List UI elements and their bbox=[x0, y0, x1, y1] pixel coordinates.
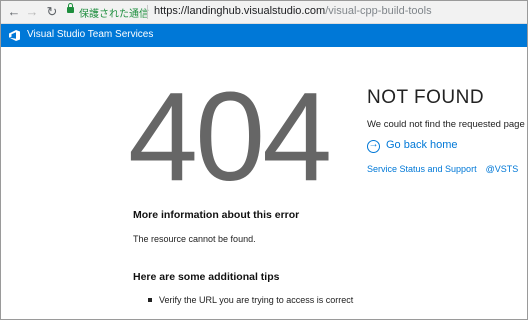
go-back-home-label: Go back home bbox=[386, 139, 458, 151]
lock-icon bbox=[67, 3, 74, 15]
tip-text: Verify the URL you are trying to access … bbox=[159, 295, 354, 305]
vsts-twitter-link[interactable]: @VSTS bbox=[486, 164, 519, 174]
browser-toolbar: ← → ↻ 保護された通信 https://landinghub.visuals… bbox=[1, 1, 527, 24]
reload-icon[interactable]: ↻ bbox=[45, 4, 59, 20]
forward-arrow-icon[interactable]: → bbox=[25, 4, 39, 20]
more-info-heading: More information about this error bbox=[133, 209, 300, 221]
header-title[interactable]: Visual Studio Team Services bbox=[27, 29, 153, 40]
tip-item: Verify the URL you are trying to access … bbox=[148, 295, 353, 305]
vsts-logo-icon[interactable] bbox=[8, 29, 21, 42]
security-label[interactable]: 保護された通信 bbox=[79, 5, 149, 20]
tips-heading: Here are some additional tips bbox=[133, 271, 280, 283]
url-path: /visual-cpp-build-tools bbox=[325, 5, 432, 17]
vsts-header: Visual Studio Team Services bbox=[1, 24, 527, 47]
arrow-right-icon: → bbox=[368, 139, 379, 150]
error-code: 404 bbox=[128, 66, 332, 207]
bullet-icon bbox=[148, 297, 152, 302]
error-title: NOT FOUND bbox=[367, 87, 485, 108]
more-info-text: The resource cannot be found. bbox=[133, 234, 256, 244]
back-arrow-icon[interactable]: ← bbox=[7, 4, 21, 20]
service-status-link[interactable]: Service Status and Support bbox=[367, 164, 477, 174]
browser-window: ← → ↻ 保護された通信 https://landinghub.visuals… bbox=[0, 0, 528, 320]
address-separator bbox=[147, 5, 148, 19]
url-host: https://landinghub.visualstudio.com bbox=[154, 5, 326, 17]
support-links: Service Status and Support @VSTS bbox=[367, 164, 518, 174]
error-description: We could not find the requested page bbox=[367, 119, 525, 130]
address-bar[interactable]: https://landinghub.visualstudio.com/visu… bbox=[154, 5, 432, 17]
